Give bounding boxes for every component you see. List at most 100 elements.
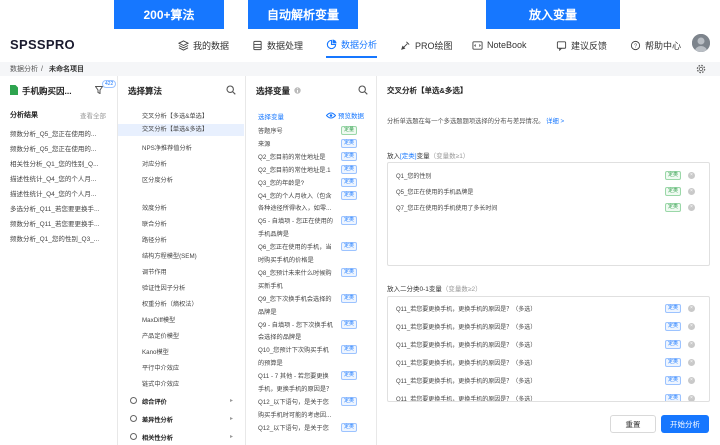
reset-button[interactable]: 重置 [610, 415, 656, 433]
variable-item[interactable]: Q10_您预计下次购买手机 [258, 345, 329, 354]
nav-pro-plot[interactable]: PRO绘图 [400, 32, 453, 58]
variable-item[interactable]: 手机，更换手机的原因是？ [258, 384, 332, 393]
algorithm-group[interactable]: 相关性分析 [142, 433, 173, 442]
select-variable-link[interactable]: 选择变量 [258, 111, 284, 121]
detail-link[interactable]: 详细 > [546, 118, 564, 125]
variable-item[interactable]: Q12_以下语句，是关于您 [258, 397, 329, 406]
remove-icon[interactable]: × [688, 188, 695, 195]
result-item[interactable]: 描述性统计_Q4_您的个人月... [10, 173, 96, 183]
algorithm-item[interactable]: 验证性因子分析 [142, 283, 185, 292]
algorithm-item[interactable]: 路径分析 [142, 235, 167, 244]
variable-item[interactable]: 品牌是 [258, 307, 277, 316]
algorithm-item[interactable]: 链式中介效应 [142, 379, 179, 388]
search-icon[interactable] [226, 85, 236, 95]
brand-logo[interactable]: SPSSPRO [10, 37, 75, 52]
algorithm-item[interactable]: Kano模型 [142, 347, 169, 356]
variable-item[interactable]: 手机品牌是 [258, 229, 289, 238]
algorithm-item[interactable]: 联合分析 [142, 219, 167, 228]
result-item[interactable]: 频数分析_Q11_若您要更换手... [10, 218, 99, 228]
remove-icon[interactable]: × [688, 323, 695, 330]
variable-item[interactable]: Q2_您目前的常住地址是.1 [258, 165, 331, 174]
algorithm-item[interactable]: 权重分析（熵权法） [142, 299, 198, 308]
algorithm-item[interactable]: 调节作用 [142, 267, 167, 276]
result-item[interactable]: 多选分析_Q11_若您要更换手... [10, 203, 99, 213]
remove-icon[interactable]: × [688, 305, 695, 312]
result-item[interactable]: 相关性分析_Q1_您的性别_Q... [10, 158, 99, 168]
variable-item[interactable]: 买新手机 [258, 281, 283, 290]
search-icon[interactable] [358, 85, 368, 95]
selected-variable-row[interactable]: Q1_您的性别 定类 × [396, 171, 701, 180]
algorithm-item[interactable]: 交叉分析【单选&多选】 [118, 124, 244, 136]
variable-item[interactable]: 购买手机时可能的考虑因... [258, 410, 331, 419]
algorithm-item[interactable]: 平行中介效应 [142, 363, 179, 372]
nav-my-data[interactable]: 我的数据 [178, 32, 229, 58]
algorithm-item[interactable]: 交叉分析【多选&单选】 [142, 111, 208, 120]
algorithm-item[interactable]: 区分度分析 [142, 175, 173, 184]
result-item[interactable]: 描述性统计_Q4_您的个人月... [10, 188, 96, 198]
nav-help[interactable]: ? 帮助中心 [630, 32, 681, 58]
preview-data-button[interactable]: 预览数据 [326, 110, 364, 120]
remove-icon[interactable]: × [688, 172, 695, 179]
analysis-title: 交叉分析【单选&多选】 [387, 86, 468, 95]
variable-type-tag: 定类 [341, 242, 358, 252]
categorical-variable-dropzone[interactable]: Q1_您的性别 定类 × Q5_您正在使用的手机品牌是 定类 × Q7_您正在使用的手机使用… [387, 162, 710, 266]
breadcrumb-root[interactable]: 数据分析 [10, 64, 38, 74]
variable-item[interactable]: 会选择的品牌是 [258, 332, 301, 341]
algorithm-item[interactable]: 对应分析 [142, 159, 167, 168]
algorithm-group[interactable]: 综合评价 [142, 397, 167, 406]
variable-item[interactable]: Q9 - 自填项 - 您下次换手机 [258, 320, 333, 329]
view-all-link[interactable]: 查看全部 [80, 110, 106, 120]
selected-variable-row[interactable]: Q11_若您要更换手机，更换手机的原因是？（多选） 定类 × [396, 376, 701, 385]
binary-variable-dropzone[interactable]: Q11_若您要更换手机，更换手机的原因是？（多选） 定类 × Q11_若您要更换手机，… [387, 296, 710, 402]
nav-data-processing[interactable]: 数据处理 [252, 32, 303, 58]
result-item[interactable]: 频数分析_Q5_您正在使用的... [10, 143, 96, 153]
project-title[interactable]: 手机购买因... [22, 85, 72, 97]
algorithm-item[interactable]: 效度分析 [142, 203, 167, 212]
variable-item[interactable]: 答题序号 [258, 126, 283, 135]
variable-item[interactable]: Q3_您的年龄是? [258, 178, 304, 187]
variable-type-tag: 定类 [341, 267, 358, 277]
variable-item[interactable]: Q2_您目前的常住地址是 [258, 152, 325, 161]
selected-variable-row[interactable]: Q7_您正在使用的手机使用了多长时间 定类 × [396, 203, 701, 212]
nav-data-analysis[interactable]: 数据分析 [326, 32, 378, 58]
variable-item[interactable]: 时购买手机的价格是 [258, 255, 314, 264]
selected-variable-row[interactable]: Q11_若您要更换手机，更换手机的原因是？（多选） 定类 × [396, 394, 701, 401]
remove-icon[interactable]: × [688, 204, 695, 211]
variable-item[interactable]: Q5 - 自填项 - 您正在使用的 [258, 216, 333, 225]
variable-item[interactable]: 来源 [258, 139, 270, 148]
algorithm-item[interactable]: MaxDiff模型 [142, 315, 175, 324]
results-label: 分析结果 [10, 112, 38, 119]
remove-icon[interactable]: × [688, 359, 695, 366]
variable-item[interactable]: Q9_您下次换手机会选择的 [258, 294, 332, 303]
settings-icon[interactable] [696, 64, 706, 74]
selected-variable-row[interactable]: Q11_若您要更换手机，更换手机的原因是？（多选） 定类 × [396, 358, 701, 367]
banner-put-variables: 放入变量 [486, 0, 620, 29]
variable-item[interactable]: 各种途径所得收入，如零... [258, 203, 331, 212]
filter-icon[interactable] [95, 86, 103, 94]
variable-item[interactable]: Q12_以下语句，是关于您 [258, 423, 329, 432]
variable-item[interactable]: Q8_您预计未来什么时候购 [258, 268, 332, 277]
variable-item[interactable]: Q11 - 7 其他 - 若您要更换 [258, 371, 329, 380]
selected-variable-row[interactable]: Q11_若您要更换手机，更换手机的原因是？（多选） 定类 × [396, 340, 701, 349]
start-analysis-button[interactable]: 开始分析 [661, 415, 709, 433]
variable-item[interactable]: Q6_您正在使用的手机，当 [258, 242, 332, 251]
variable-type-tag: 定类 [341, 319, 358, 329]
result-item[interactable]: 频数分析_Q5_您正在使用的... [10, 128, 96, 138]
algorithm-item[interactable]: 产品定价模型 [142, 331, 179, 340]
nav-notebook[interactable]: NoteBook [472, 32, 527, 58]
variable-item[interactable]: Q4_您的个人月收入（包含 [258, 191, 332, 200]
user-avatar[interactable] [692, 34, 710, 52]
algorithm-item[interactable]: 结构方程模型(SEM) [142, 251, 197, 260]
algorithm-item[interactable]: NPS净推荐值分析 [142, 143, 192, 152]
result-item[interactable]: 频数分析_Q1_您的性别_Q3_... [10, 233, 99, 243]
remove-icon[interactable]: × [688, 395, 695, 401]
nav-feedback[interactable]: 建议反馈 [556, 32, 607, 58]
info-icon[interactable] [294, 87, 301, 94]
remove-icon[interactable]: × [688, 377, 695, 384]
selected-variable-row[interactable]: Q11_若您要更换手机，更换手机的原因是？（多选） 定类 × [396, 322, 701, 331]
algorithm-group[interactable]: 差异性分析 [142, 415, 173, 424]
selected-variable-row[interactable]: Q5_您正在使用的手机品牌是 定类 × [396, 187, 701, 196]
remove-icon[interactable]: × [688, 341, 695, 348]
selected-variable-row[interactable]: Q11_若您要更换手机，更换手机的原因是？（多选） 定类 × [396, 304, 701, 313]
variable-item[interactable]: 的预算是 [258, 358, 283, 367]
